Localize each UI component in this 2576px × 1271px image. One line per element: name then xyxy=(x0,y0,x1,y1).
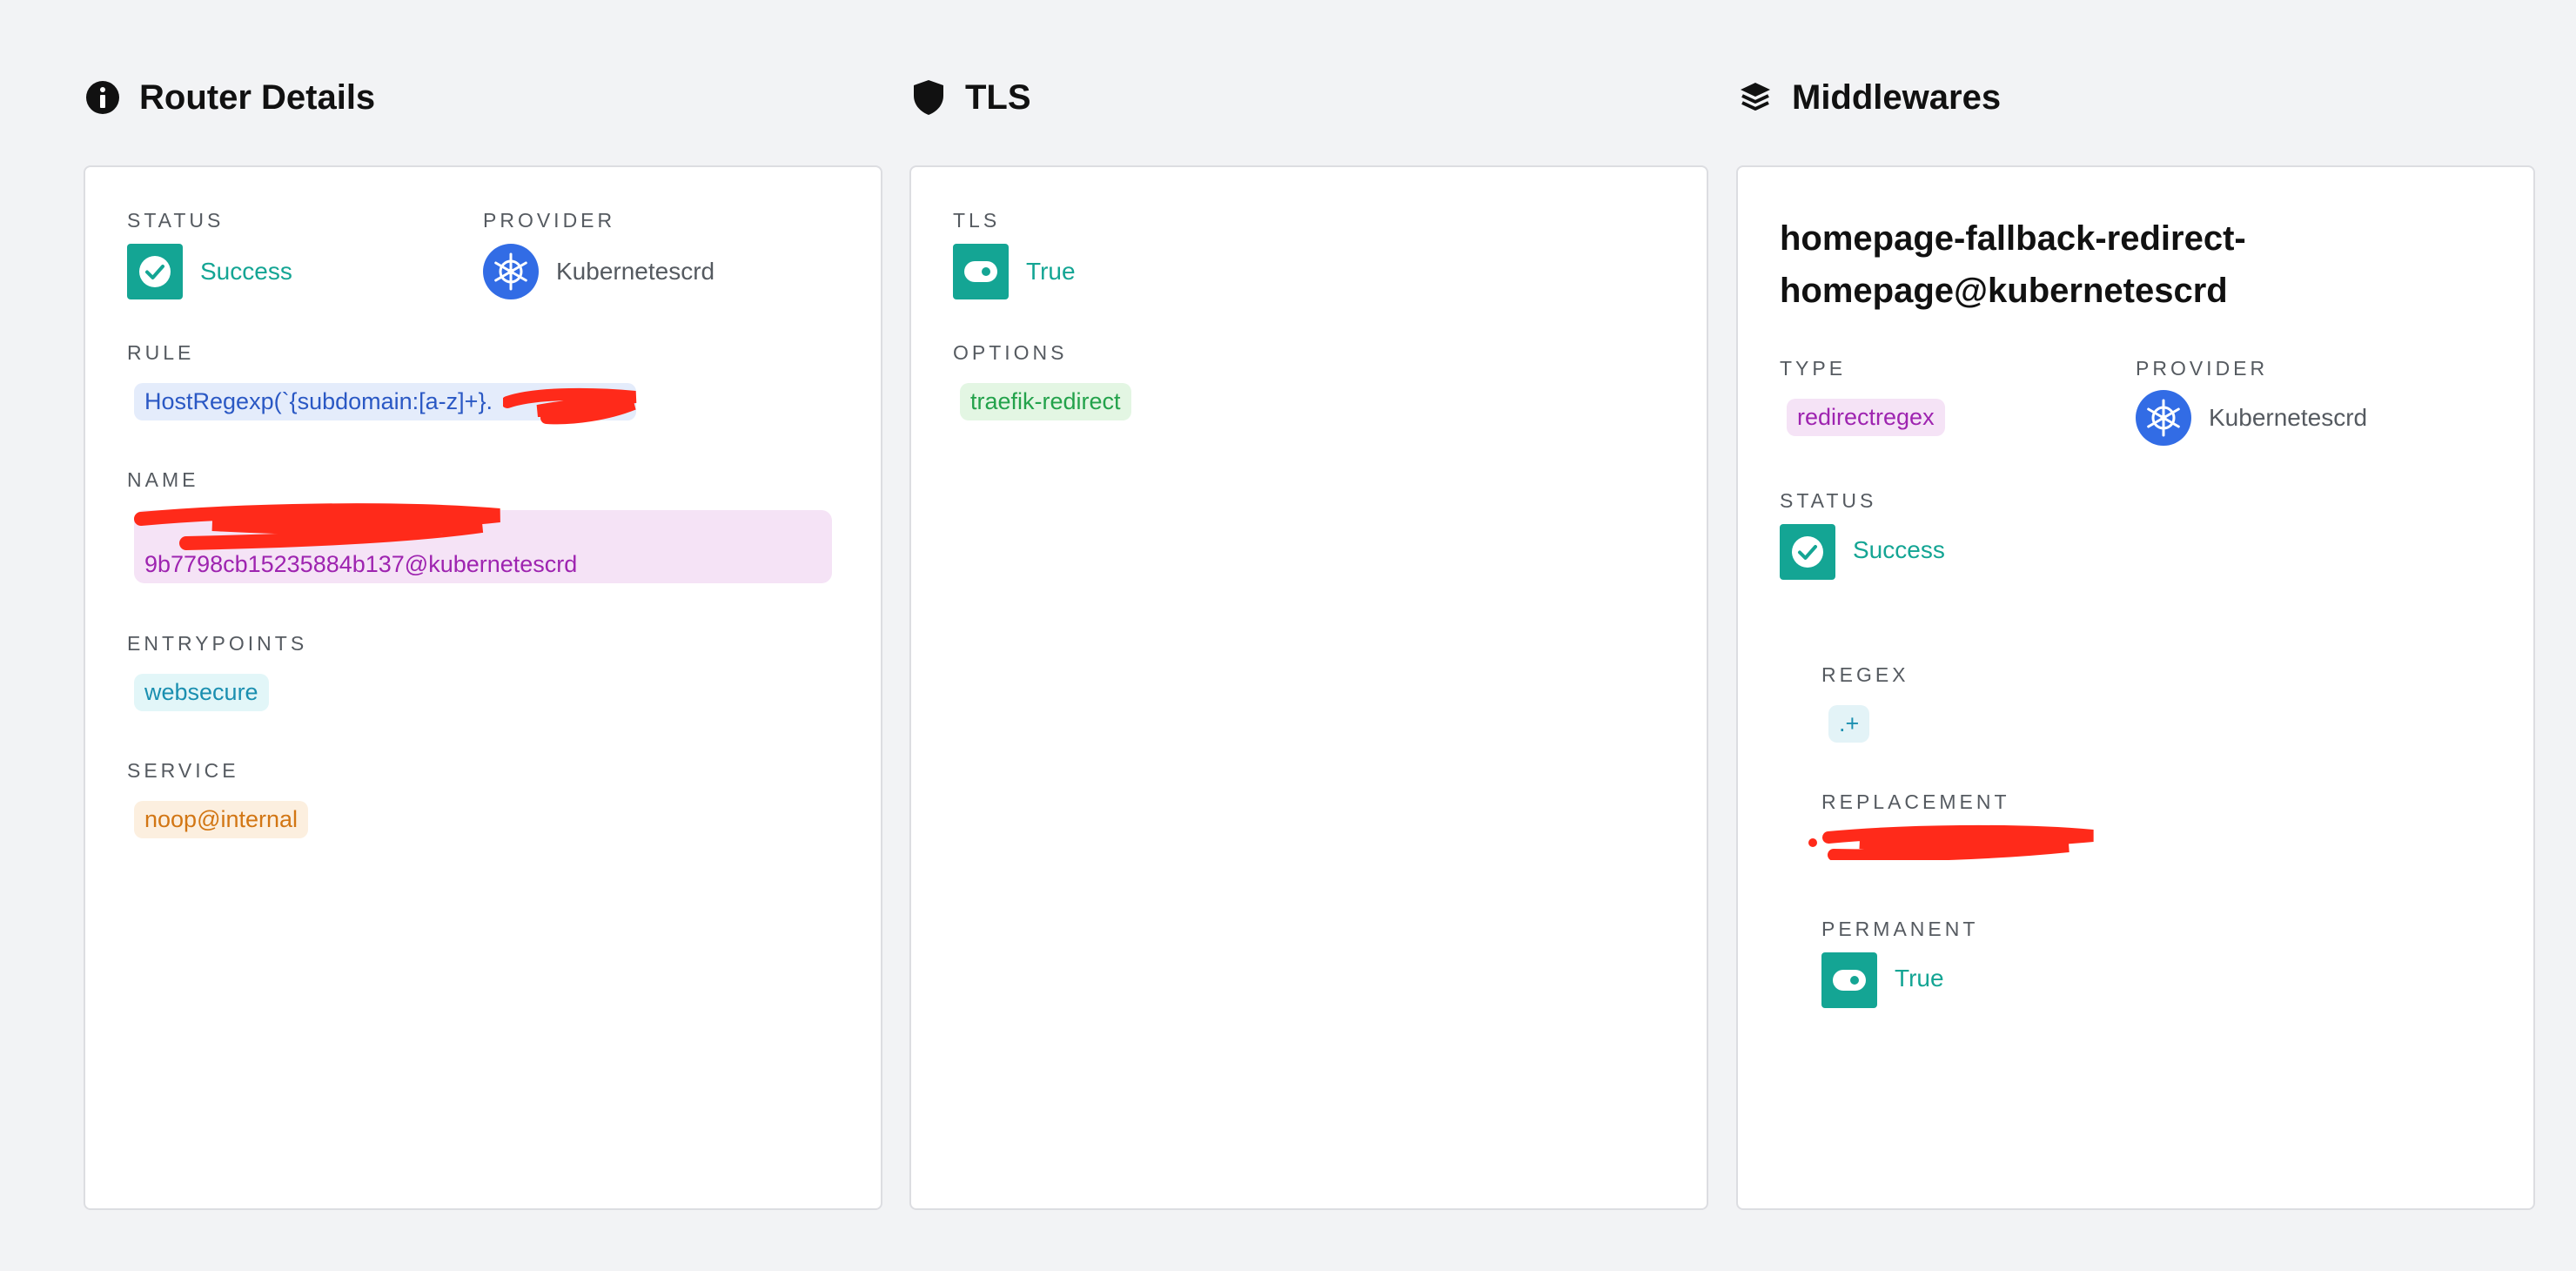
service-label: SERVICE xyxy=(127,759,239,782)
middleware-name-line-2: homepage@kubernetescrd xyxy=(1780,272,2228,310)
provider-label: PROVIDER xyxy=(2136,357,2269,380)
middleware-card: homepage-fallback-redirect- homepage@kub… xyxy=(1736,165,2535,1210)
rule-label: RULE xyxy=(127,341,195,364)
name-label: NAME xyxy=(127,468,199,491)
regex-chip: .+ xyxy=(1828,705,1870,743)
provider-value: Kubernetescrd xyxy=(556,258,715,285)
options-chip: traefik-redirect xyxy=(960,383,1131,420)
redaction-mark xyxy=(134,503,500,550)
permanent-value: True xyxy=(1895,965,1944,992)
regex-label: REGEX xyxy=(1821,663,1909,686)
options-label: OPTIONS xyxy=(953,341,1068,364)
tls-value: True xyxy=(1026,258,1076,285)
toggle-icon xyxy=(953,244,1009,299)
permanent-label: PERMANENT xyxy=(1821,918,1979,940)
status-value: Success xyxy=(200,258,292,285)
middleware-name[interactable]: homepage-fallback-redirect- homepage@kub… xyxy=(1780,212,2476,317)
tls-label: TLS xyxy=(953,209,1001,232)
middlewares-heading: Middlewares xyxy=(1736,71,2001,124)
redaction-mark xyxy=(503,387,637,425)
middlewares-title: Middlewares xyxy=(1792,77,2002,117)
tls-title: TLS xyxy=(965,77,1031,117)
shield-icon xyxy=(909,78,948,117)
name-value: 9b7798cb15235884b137@kubernetescrd xyxy=(144,551,578,577)
layers-icon xyxy=(1736,78,1774,117)
service-chip[interactable]: noop@internal xyxy=(134,801,309,838)
router-details-card: STATUS Success PROVIDER Kubernetescrd RU… xyxy=(84,165,882,1210)
type-label: TYPE xyxy=(1780,357,1847,380)
status-label: STATUS xyxy=(127,209,225,232)
kubernetes-icon xyxy=(483,244,539,299)
toggle-icon xyxy=(1821,952,1877,1008)
check-circle-icon xyxy=(127,244,183,299)
replacement-label: REPLACEMENT xyxy=(1821,790,2010,813)
provider-label: PROVIDER xyxy=(483,209,616,232)
entrypoints-label: ENTRYPOINTS xyxy=(127,632,308,655)
kubernetes-icon xyxy=(2136,390,2191,446)
entrypoint-chip: websecure xyxy=(134,674,269,711)
rule-value: HostRegexp(`{subdomain:[a-z]+}. xyxy=(144,388,493,414)
check-circle-icon xyxy=(1780,524,1835,580)
tls-card: TLS True OPTIONS traefik-redirect xyxy=(909,165,1708,1210)
status-label: STATUS xyxy=(1780,489,1877,512)
router-details-title: Router Details xyxy=(139,77,376,117)
type-chip: redirectregex xyxy=(1787,399,1945,436)
router-details-heading: Router Details xyxy=(84,71,375,124)
info-icon xyxy=(84,78,122,117)
middleware-name-line-1: homepage-fallback-redirect- xyxy=(1780,219,2246,258)
redaction-mark xyxy=(1808,824,2094,860)
status-value: Success xyxy=(1853,536,1945,563)
provider-value: Kubernetescrd xyxy=(2209,404,2368,431)
tls-heading: TLS xyxy=(909,71,1031,124)
